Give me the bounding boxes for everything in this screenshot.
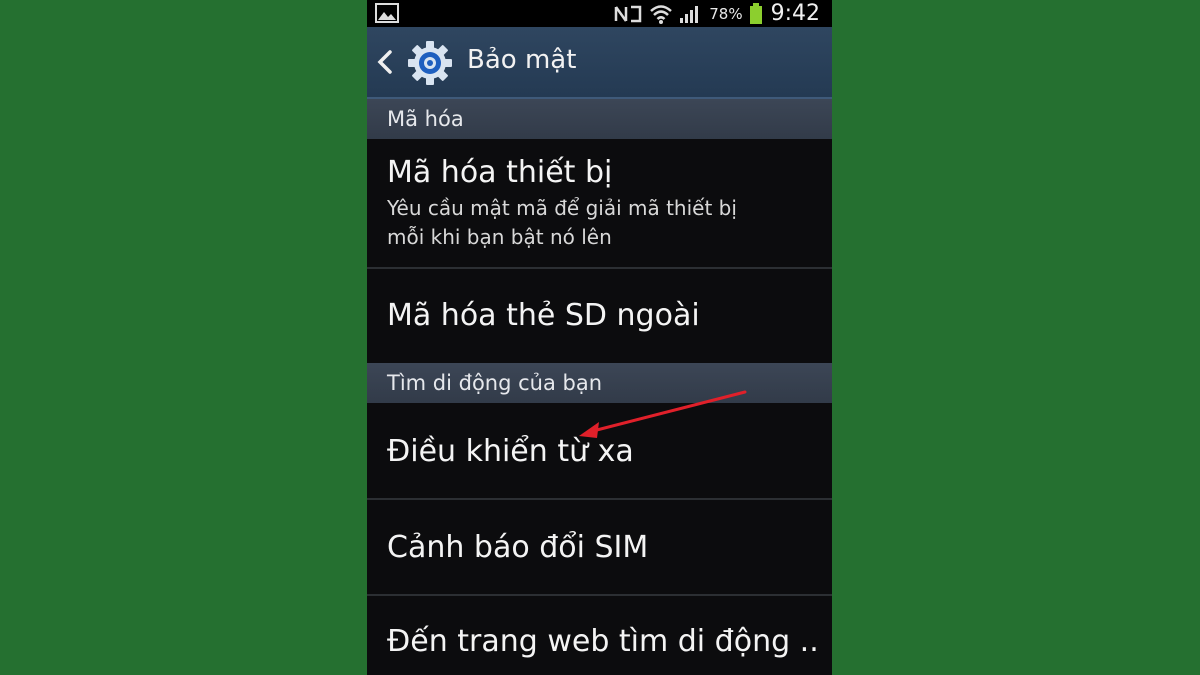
- battery-percent: 78%: [709, 4, 743, 23]
- gear-icon[interactable]: [407, 40, 453, 86]
- status-bar: 78% 9:42: [367, 0, 832, 27]
- status-icons: 78% 9:42: [613, 0, 820, 27]
- list-item-sim-change-alert[interactable]: Cảnh báo đổi SIM: [367, 500, 832, 596]
- list-item-encrypt-device[interactable]: Mã hóa thiết bị Yêu cầu mật mã để giải m…: [367, 139, 832, 269]
- section-header-encryption: Mã hóa: [367, 99, 832, 139]
- item-title: Điều khiển từ xa: [387, 434, 634, 469]
- back-icon[interactable]: [375, 49, 395, 75]
- phone-screen: 78% 9:42 Bảo mật Mã hóa Mã hóa thiết bị …: [367, 0, 832, 675]
- item-title: Mã hóa thiết bị: [387, 155, 613, 190]
- wifi-icon: [650, 4, 673, 24]
- signal-icon: [680, 5, 699, 23]
- list-item-find-mobile-web[interactable]: Đến trang web tìm di động ..: [367, 596, 832, 675]
- item-subtitle-line: Yêu cầu mật mã để giải mã thiết bị: [387, 196, 737, 220]
- item-title: Mã hóa thẻ SD ngoài: [387, 298, 700, 333]
- item-subtitle-line: mỗi khi bạn bật nó lên: [387, 225, 612, 249]
- item-title: Cảnh báo đổi SIM: [387, 530, 649, 565]
- list-item-encrypt-sd[interactable]: Mã hóa thẻ SD ngoài: [367, 269, 832, 363]
- list-item-remote-control[interactable]: Điều khiển từ xa: [367, 403, 832, 500]
- nfc-icon: [615, 5, 642, 22]
- page-title: Bảo mật: [467, 45, 577, 75]
- battery-icon: [749, 2, 762, 24]
- section-header-find-mobile: Tìm di động của bạn: [367, 363, 832, 403]
- item-subtitle: Yêu cầu mật mã để giải mã thiết bị mỗi k…: [387, 194, 832, 252]
- clock: 9:42: [770, 1, 820, 26]
- image-icon: [375, 3, 399, 23]
- action-bar: Bảo mật: [367, 27, 832, 99]
- item-title: Đến trang web tìm di động ..: [387, 624, 819, 659]
